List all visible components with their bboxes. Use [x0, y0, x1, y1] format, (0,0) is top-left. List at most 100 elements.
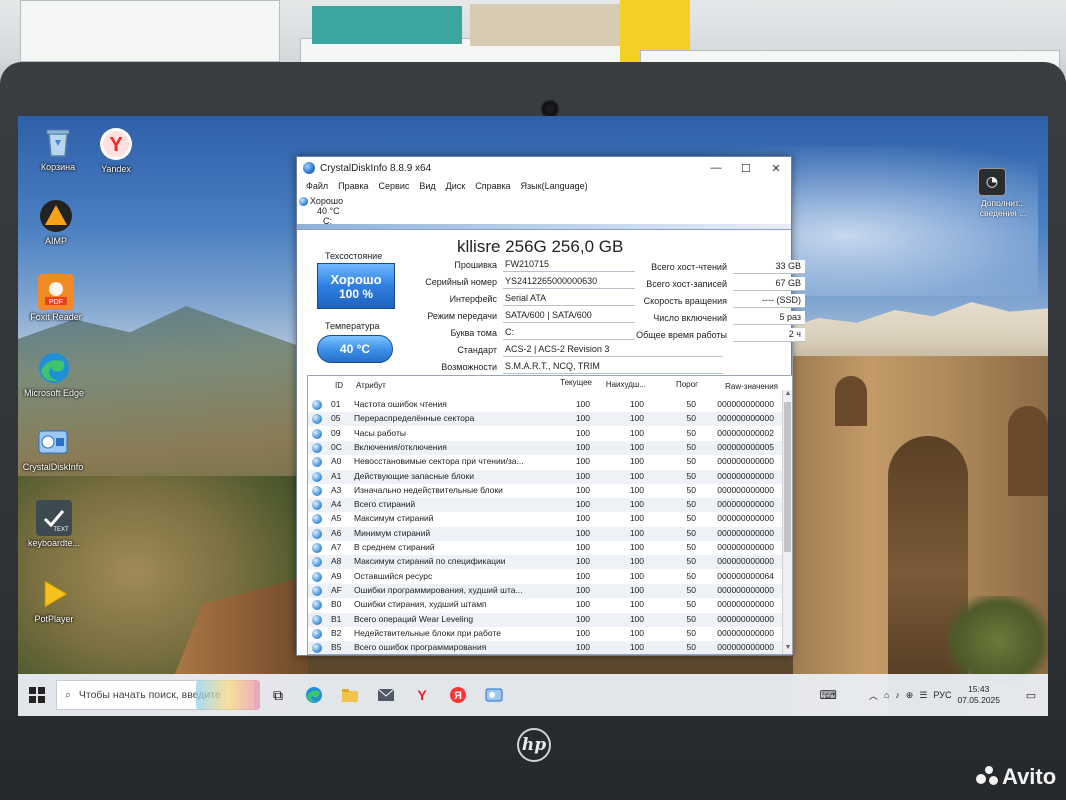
window-titlebar[interactable]: CrystalDiskInfo 8.8.9 x64 — ☐ ✕ [297, 157, 791, 179]
table-row[interactable]: A0 Невосстановимые сектора при чтении/за.… [308, 455, 784, 469]
keyboard-icon[interactable]: ⌨ [820, 688, 837, 702]
clock[interactable]: 15:43 07.05.2025 [957, 684, 1000, 706]
cell-cur: 100 [575, 542, 590, 552]
scroll-thumb[interactable] [784, 402, 791, 552]
cell-id: 01 [331, 399, 341, 409]
info-widget-icon[interactable]: ◔ [978, 168, 1006, 196]
minimize-button[interactable]: — [701, 157, 731, 179]
desktop-icon-keyboard-test[interactable]: TEXT keyboardte... [21, 500, 87, 549]
serial-value: YS2412265000000630 [503, 275, 635, 289]
desktop-icon-foxit[interactable]: PDF Foxit Reader [23, 274, 89, 323]
menu-edit[interactable]: Правка [333, 181, 373, 195]
desktop-icon-edge[interactable]: Microsoft Edge [21, 350, 87, 399]
yandex-taskbar-icon[interactable]: Y [404, 674, 440, 716]
desktop-icon-yandex[interactable]: Y Yandex [83, 126, 149, 175]
maximize-button[interactable]: ☐ [731, 157, 761, 179]
temperature-button[interactable]: 40 °C [317, 335, 393, 363]
table-row[interactable]: 05 Перераспределённые сектора 100 100 50 0000… [308, 412, 784, 427]
wallpaper-arch [1008, 406, 1048, 496]
file-explorer-icon[interactable] [332, 674, 368, 716]
cell-worst: 100 [629, 427, 644, 438]
table-row[interactable]: A5 Максимум стираний 100 100 50 000000000000 [308, 512, 784, 526]
desktop-icon-label: Yandex [101, 164, 131, 174]
table-row[interactable]: B0 Ошибки стирания, худший штамп 100 100 50 0… [308, 598, 784, 612]
notification-icon[interactable]: ▭ [1022, 686, 1040, 704]
scroll-down-icon[interactable]: ▼ [783, 644, 792, 654]
table-row[interactable]: A6 Минимум стираний 100 100 50 000000000000 [308, 526, 784, 541]
desktop-icon-crystaldiskinfo[interactable]: CrystalDiskInfo [20, 424, 86, 473]
chevron-up-icon[interactable]: ︿ [869, 689, 878, 702]
cell-raw: 000000000000 [717, 584, 774, 595]
cell-id: A7 [331, 542, 342, 552]
crystaldiskinfo-taskbar-icon[interactable] [476, 674, 512, 716]
table-row[interactable]: A8 Максимум стираний по спецификации 100 10… [308, 555, 784, 570]
globe-icon[interactable]: ⊕ [906, 690, 914, 701]
table-row[interactable]: B5 Всего ошибок программирования 100 100 50 0… [308, 641, 784, 654]
edge-taskbar-icon[interactable] [296, 674, 332, 716]
cell-worst: 100 [629, 527, 644, 538]
cell-raw: 000000000000 [717, 413, 774, 424]
scroll-up-icon[interactable]: ▲ [783, 390, 792, 400]
table-row[interactable]: B1 Всего операций Wear Leveling 100 100 50 00… [308, 612, 784, 627]
network-icon[interactable]: ⌂ [884, 690, 889, 700]
table-row[interactable]: AF Ошибки программирования, худший шта...… [308, 583, 784, 598]
foxit-pdf-icon: PDF [38, 274, 74, 310]
volume-icon[interactable]: ♪ [895, 690, 900, 700]
desktop-icon-recycle-bin[interactable]: Корзина [25, 124, 91, 173]
menu-file[interactable]: Файл [301, 181, 333, 195]
standard-label: Стандарт [457, 345, 497, 355]
menu-service[interactable]: Сервис [374, 181, 415, 195]
column-raw[interactable]: Raw-значения [708, 382, 778, 391]
menu-disk[interactable]: Диск [441, 181, 471, 195]
menu-view[interactable]: Вид [414, 181, 440, 195]
column-id[interactable]: ID [335, 381, 343, 390]
status-dot-icon [312, 400, 322, 410]
table-row[interactable]: A1 Действующие запасные блоки 100 100 50 0000… [308, 469, 784, 484]
mail-icon[interactable] [368, 674, 404, 716]
table-row[interactable]: 01 Частота ошибок чтения 100 100 50 000000000… [308, 398, 784, 412]
column-attribute[interactable]: Атрибут [356, 381, 386, 390]
desktop-icon-aimp[interactable]: AIMP [23, 198, 89, 247]
taskbar: ⌕ Чтобы начать поиск, введите ⧉ Y Я ⌨ ︿ … [18, 674, 1048, 716]
column-threshold[interactable]: Порог [660, 380, 698, 389]
health-status-button[interactable]: Хорошо 100 % [317, 263, 395, 309]
cell-cur: 100 [575, 642, 590, 653]
yandex-app-icon[interactable]: Я [440, 674, 476, 716]
language-indicator[interactable]: РУС [933, 690, 951, 700]
desktop-icon-potplayer[interactable]: PotPlayer [21, 576, 87, 625]
cell-worst: 100 [629, 642, 644, 653]
menu-language[interactable]: Язык(Language) [516, 181, 593, 195]
menu-help[interactable]: Справка [470, 181, 515, 195]
task-view-icon[interactable]: ⧉ [260, 674, 296, 716]
table-row[interactable]: A4 Всего стираний 100 100 50 000000000000 [308, 498, 784, 513]
column-worst[interactable]: Наихудш... [600, 380, 646, 389]
svg-text:Y: Y [109, 134, 123, 156]
volume-value: C: [503, 326, 635, 340]
cell-raw: 000000000000 [717, 470, 774, 481]
cell-raw: 000000000000 [717, 542, 774, 552]
cell-thr: 50 [686, 627, 696, 638]
table-row[interactable]: A3 Изначально недействительные блоки 100 10… [308, 484, 784, 498]
cell-name: Включения/отключения [354, 441, 447, 452]
table-row[interactable]: A9 Оставшийся ресурс 100 100 50 000000000064 [308, 570, 784, 584]
column-current[interactable]: Текущее [556, 378, 592, 387]
cell-worst: 100 [629, 599, 644, 610]
potplayer-icon [36, 576, 72, 612]
desktop-icon-label: keyboardte... [27, 538, 81, 548]
wifi-icon[interactable]: ☰ [919, 690, 927, 701]
power-hours-label: Общее время работы [636, 330, 727, 340]
status-dot-icon [312, 428, 322, 439]
start-button[interactable] [18, 674, 56, 716]
table-row[interactable]: B2 Недействительные блоки при работе 100 10… [308, 627, 784, 641]
table-row[interactable]: A7 В среднем стираний 100 100 50 000000000000 [308, 541, 784, 555]
table-scrollbar[interactable]: ▲ ▼ [782, 390, 792, 654]
cell-thr: 50 [686, 556, 696, 567]
close-button[interactable]: ✕ [761, 157, 791, 179]
cell-raw: 000000000000 [717, 599, 774, 610]
table-row[interactable]: 09 Часы работы 100 100 50 000000000002 [308, 427, 784, 441]
table-row[interactable]: 0C Включения/отключения 100 100 50 0000000000… [308, 440, 784, 455]
cell-cur: 100 [575, 584, 590, 595]
cell-raw: 000000000000 [717, 527, 774, 538]
cell-raw: 000000000064 [717, 570, 774, 581]
cell-id: 09 [331, 427, 341, 438]
